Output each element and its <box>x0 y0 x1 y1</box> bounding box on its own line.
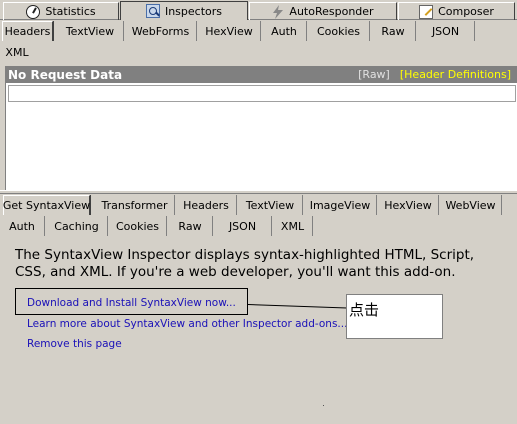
tab-inspectors[interactable]: Inspectors <box>120 1 248 20</box>
response-tab-textview[interactable]: TextView <box>238 195 303 215</box>
tab-autoresponder-label: AutoResponder <box>289 5 374 18</box>
callout-connector-line <box>247 304 347 309</box>
request-tab-json[interactable]: JSON <box>417 21 475 41</box>
tab-label: HexView <box>205 24 253 38</box>
request-panel-title: No Request Data <box>8 67 123 82</box>
tab-autoresponder[interactable]: AutoResponder <box>249 2 397 20</box>
request-headers-area <box>5 83 517 190</box>
tab-label: JSON <box>431 24 460 38</box>
tab-label: XML <box>280 219 305 233</box>
request-line-field[interactable] <box>8 85 516 102</box>
response-tab-imageview[interactable]: ImageView <box>304 195 377 215</box>
tab-composer-label: Composer <box>438 5 494 18</box>
tab-label: ImageView <box>309 198 371 212</box>
request-panel-header: No Request Data [Raw] [Header Definition… <box>5 66 517 83</box>
tab-composer[interactable]: Composer <box>398 2 515 20</box>
tab-label: TextView <box>65 24 115 38</box>
learn-more-link[interactable]: Learn more about SyntaxView and other In… <box>27 318 347 330</box>
tab-label: Raw <box>381 24 405 38</box>
tab-statistics[interactable]: Statistics <box>3 2 119 20</box>
tab-label: Caching <box>54 219 99 233</box>
header-definitions-link[interactable]: [Header Definitions] <box>400 68 511 81</box>
tab-label: Get SyntaxView <box>2 199 91 212</box>
request-tab-textview[interactable]: TextView <box>57 21 124 41</box>
tab-label: XML <box>5 45 29 59</box>
tab-label: TextView <box>245 198 295 212</box>
stray-dot <box>323 405 324 406</box>
remove-page-link[interactable]: Remove this page <box>27 338 122 350</box>
panel-splitter[interactable] <box>0 190 517 194</box>
tab-label: Cookies <box>316 24 361 38</box>
request-tab-bar: Headers TextView WebForms HexView Auth C… <box>0 21 517 63</box>
tab-label: Raw <box>178 219 202 233</box>
download-syntaxview-link[interactable]: Download and Install SyntaxView now... <box>27 297 236 309</box>
response-tab-auth[interactable]: Auth <box>0 216 45 236</box>
tab-label: Headers <box>4 25 51 38</box>
main-tab-bar: Statistics Inspectors AutoResponder Comp… <box>0 0 517 20</box>
tab-label: WebView <box>445 198 496 212</box>
request-tab-cookies[interactable]: Cookies <box>308 21 370 41</box>
response-tab-hexview[interactable]: HexView <box>378 195 439 215</box>
request-tab-webforms[interactable]: WebForms <box>125 21 197 41</box>
syntaxview-description: The SyntaxView Inspector displays syntax… <box>15 247 475 280</box>
tab-label: Auth <box>9 219 35 233</box>
tab-label: Cookies <box>115 219 160 233</box>
response-tab-json[interactable]: JSON <box>214 216 272 236</box>
tab-label: HexView <box>384 198 432 212</box>
response-tab-get-syntaxview[interactable]: Get SyntaxView <box>3 195 90 215</box>
callout-box: 点击 <box>346 294 443 339</box>
response-tab-caching[interactable]: Caching <box>46 216 108 236</box>
response-tab-xml[interactable]: XML <box>273 216 313 236</box>
tab-label: JSON <box>228 219 257 233</box>
compose-icon <box>419 4 434 19</box>
request-tab-headers[interactable]: Headers <box>2 21 53 41</box>
tab-label: Transformer <box>101 198 168 212</box>
response-tab-raw[interactable]: Raw <box>168 216 213 236</box>
request-tab-hexview[interactable]: HexView <box>198 21 261 41</box>
tab-label: WebForms <box>131 24 190 38</box>
tab-label: Headers <box>183 198 229 212</box>
tab-statistics-label: Statistics <box>45 5 96 18</box>
response-tab-transformer[interactable]: Transformer <box>95 195 175 215</box>
response-tab-headers[interactable]: Headers <box>176 195 237 215</box>
stopwatch-icon <box>26 4 41 19</box>
tab-label: Auth <box>271 24 297 38</box>
tab-inspectors-label: Inspectors <box>164 4 223 18</box>
response-tab-webview[interactable]: WebView <box>440 195 502 215</box>
raw-link[interactable]: [Raw] <box>358 68 390 81</box>
callout-text: 点击 <box>349 301 380 319</box>
response-tab-cookies[interactable]: Cookies <box>109 216 167 236</box>
inspector-icon <box>145 4 160 18</box>
lightning-icon <box>272 4 284 19</box>
request-tab-raw[interactable]: Raw <box>371 21 416 41</box>
response-tab-bar: Get SyntaxView Transformer Headers TextV… <box>0 195 517 237</box>
request-tab-xml[interactable]: XML <box>2 42 32 62</box>
request-tab-auth[interactable]: Auth <box>262 21 307 41</box>
